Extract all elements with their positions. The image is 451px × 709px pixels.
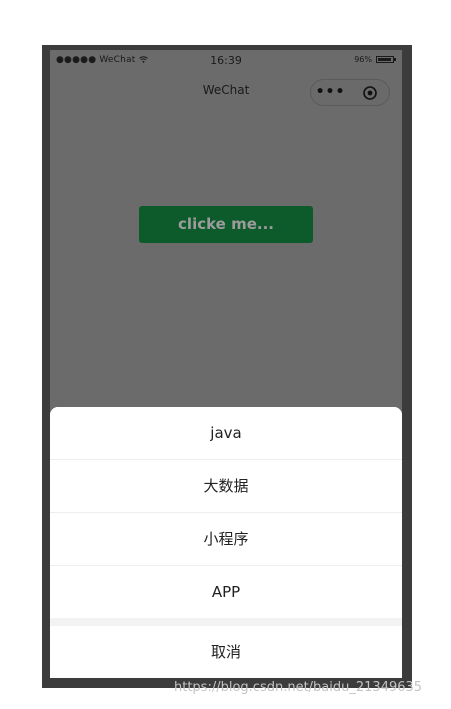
action-sheet: java 大数据 小程序 APP 取消	[50, 407, 402, 678]
battery-percent: 96%	[354, 55, 372, 64]
capsule-close-icon[interactable]	[350, 79, 389, 106]
action-sheet-item-big-data[interactable]: 大数据	[50, 460, 402, 512]
status-time: 16:39	[210, 54, 242, 67]
status-bar: ●●●●● WeChat 16:39 96%	[50, 50, 402, 72]
action-sheet-item-java[interactable]: java	[50, 407, 402, 459]
nav-bar: WeChat •••	[50, 72, 402, 112]
action-sheet-item-app[interactable]: APP	[50, 566, 402, 618]
battery-fill	[378, 58, 391, 61]
click-me-button[interactable]: clicke me...	[139, 206, 313, 243]
action-sheet-cancel-button[interactable]: 取消	[50, 626, 402, 678]
status-battery: 96%	[354, 55, 396, 64]
watermark: https://blog.csdn.net/baidu_21349635	[174, 680, 423, 695]
app-screen: ●●●●● WeChat 16:39 96% WeChat ••• clicke…	[50, 50, 402, 678]
more-dots-icon[interactable]: •••	[311, 79, 350, 106]
capsule-menu: •••	[310, 79, 390, 106]
battery-icon	[376, 56, 396, 63]
action-sheet-item-mini-program[interactable]: 小程序	[50, 513, 402, 565]
